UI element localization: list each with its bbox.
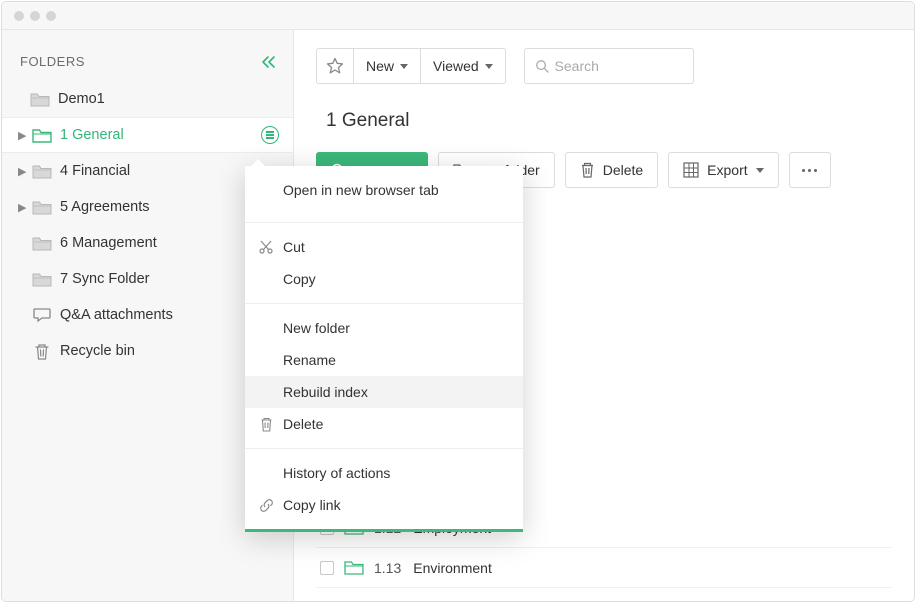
top-toolbar: New Viewed xyxy=(316,48,892,84)
sidebar-title: FOLDERS xyxy=(20,54,85,69)
folder-icon xyxy=(32,199,52,215)
cm-rename[interactable]: Rename xyxy=(245,344,523,376)
folder-icon xyxy=(32,127,52,143)
grid-icon xyxy=(683,162,699,178)
caret-down-icon xyxy=(400,64,408,69)
cm-label: Open in new browser tab xyxy=(283,182,439,198)
caret-down-icon xyxy=(756,168,764,173)
hamburger-icon xyxy=(266,131,274,139)
cm-label: New folder xyxy=(283,320,350,336)
titlebar xyxy=(2,2,914,30)
trash-icon xyxy=(580,162,595,178)
export-label: Export xyxy=(707,162,747,178)
sidebar-item-label: Q&A attachments xyxy=(60,307,173,323)
page-title: 1 General xyxy=(326,110,892,132)
cm-separator xyxy=(245,222,523,223)
favorite-button[interactable] xyxy=(316,48,354,84)
cm-separator xyxy=(245,448,523,449)
export-button[interactable]: Export xyxy=(668,152,778,188)
folder-item-general[interactable]: ▶ 1 General xyxy=(2,117,293,153)
cm-label: Rebuild index xyxy=(283,384,368,400)
dots-icon xyxy=(802,169,817,172)
cm-label: History of actions xyxy=(283,465,390,481)
cm-open-tab[interactable]: Open in new browser tab xyxy=(245,166,523,214)
cm-label: Cut xyxy=(283,239,305,255)
row-checkbox[interactable] xyxy=(320,561,334,575)
file-number: 1.13 xyxy=(374,560,401,576)
cm-label: Delete xyxy=(283,416,323,432)
cm-label: Copy xyxy=(283,271,316,287)
search-input[interactable] xyxy=(555,58,683,74)
star-icon xyxy=(326,57,344,75)
folder-icon xyxy=(30,91,50,107)
search-box[interactable] xyxy=(524,48,694,84)
window-dot xyxy=(46,11,56,21)
cm-copy-link[interactable]: Copy link xyxy=(245,489,523,521)
cm-new-folder[interactable]: New folder xyxy=(245,312,523,344)
folder-label: 5 Agreements xyxy=(60,199,149,215)
window-dot xyxy=(14,11,24,21)
window-dot xyxy=(30,11,40,21)
viewed-label: Viewed xyxy=(433,58,479,74)
folder-item-demo1[interactable]: Demo1 xyxy=(2,81,293,117)
new-label: New xyxy=(366,58,394,74)
folder-icon xyxy=(32,235,52,251)
cm-cut[interactable]: Cut xyxy=(245,231,523,263)
sidebar-header: FOLDERS xyxy=(2,54,293,81)
more-actions-button[interactable] xyxy=(789,152,831,188)
cm-label: Rename xyxy=(283,352,336,368)
trash-icon xyxy=(32,343,52,360)
expand-chevron-icon[interactable]: ▶ xyxy=(18,165,32,178)
expand-chevron-icon[interactable]: ▶ xyxy=(18,201,32,214)
file-name: Environment xyxy=(413,560,492,576)
cm-separator xyxy=(245,303,523,304)
sidebar-item-label: Recycle bin xyxy=(60,343,135,359)
folder-label: 1 General xyxy=(60,127,124,143)
app-window: FOLDERS Demo1 ▶ xyxy=(1,1,915,602)
delete-label: Delete xyxy=(603,162,643,178)
folder-label: Demo1 xyxy=(58,91,105,107)
cm-history[interactable]: History of actions xyxy=(245,457,523,489)
cm-delete[interactable]: Delete xyxy=(245,408,523,440)
file-row[interactable]: 1.13 Environment xyxy=(316,548,892,588)
trash-icon xyxy=(257,417,275,432)
expand-chevron-icon[interactable]: ▶ xyxy=(18,129,32,142)
folder-label: 6 Management xyxy=(60,235,157,251)
folder-label: 4 Financial xyxy=(60,163,130,179)
collapse-sidebar-icon[interactable] xyxy=(261,55,277,69)
caret-down-icon xyxy=(485,64,493,69)
delete-button[interactable]: Delete xyxy=(565,152,658,188)
new-button[interactable]: New xyxy=(354,48,421,84)
folder-icon xyxy=(344,560,364,575)
scissors-icon xyxy=(257,240,275,254)
cm-copy[interactable]: Copy xyxy=(245,263,523,295)
chat-icon xyxy=(32,307,52,323)
folder-label: 7 Sync Folder xyxy=(60,271,149,287)
folder-context-button[interactable] xyxy=(261,126,279,144)
viewed-button[interactable]: Viewed xyxy=(421,48,506,84)
search-icon xyxy=(535,58,549,74)
cm-rebuild-index[interactable]: Rebuild index xyxy=(245,376,523,408)
context-menu: Open in new browser tab Cut Copy New fol… xyxy=(245,166,523,532)
folder-icon xyxy=(32,163,52,179)
link-icon xyxy=(257,498,275,513)
cm-label: Copy link xyxy=(283,497,341,513)
folder-icon xyxy=(32,271,52,287)
